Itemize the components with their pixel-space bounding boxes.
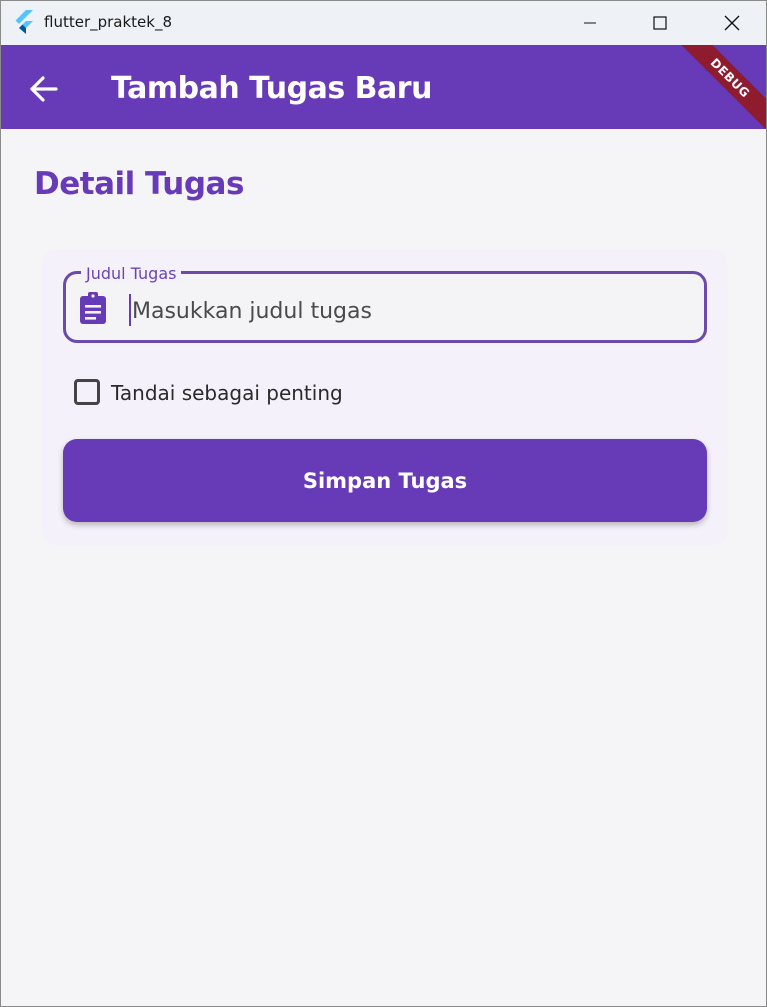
section-title: Detail Tugas <box>34 166 244 202</box>
task-title-input[interactable] <box>132 296 692 326</box>
important-checkbox[interactable] <box>74 379 100 405</box>
debug-banner: DEBUG <box>665 45 766 129</box>
page-title: Tambah Tugas Baru <box>111 71 432 106</box>
task-title-label: Judul Tugas <box>81 264 182 283</box>
important-checkbox-label[interactable]: Tandai sebagai penting <box>111 381 343 405</box>
maximize-button[interactable] <box>637 1 683 45</box>
minimize-icon <box>584 22 596 24</box>
flutter-logo-icon <box>14 10 36 34</box>
app-window: flutter_praktek_8 Tambah Tugas Baru DEBU… <box>0 0 767 1007</box>
text-caret <box>129 294 131 326</box>
minimize-button[interactable] <box>567 1 613 45</box>
window-titlebar: flutter_praktek_8 <box>1 1 766 45</box>
close-window-button[interactable] <box>709 1 755 45</box>
maximize-icon <box>653 16 667 30</box>
window-title: flutter_praktek_8 <box>44 13 173 31</box>
save-task-button[interactable]: Simpan Tugas <box>63 439 707 522</box>
close-icon <box>724 15 740 31</box>
app-bar: Tambah Tugas Baru DEBUG <box>1 45 766 129</box>
clipboard-icon <box>79 292 107 324</box>
arrow-back-icon[interactable] <box>29 74 59 104</box>
